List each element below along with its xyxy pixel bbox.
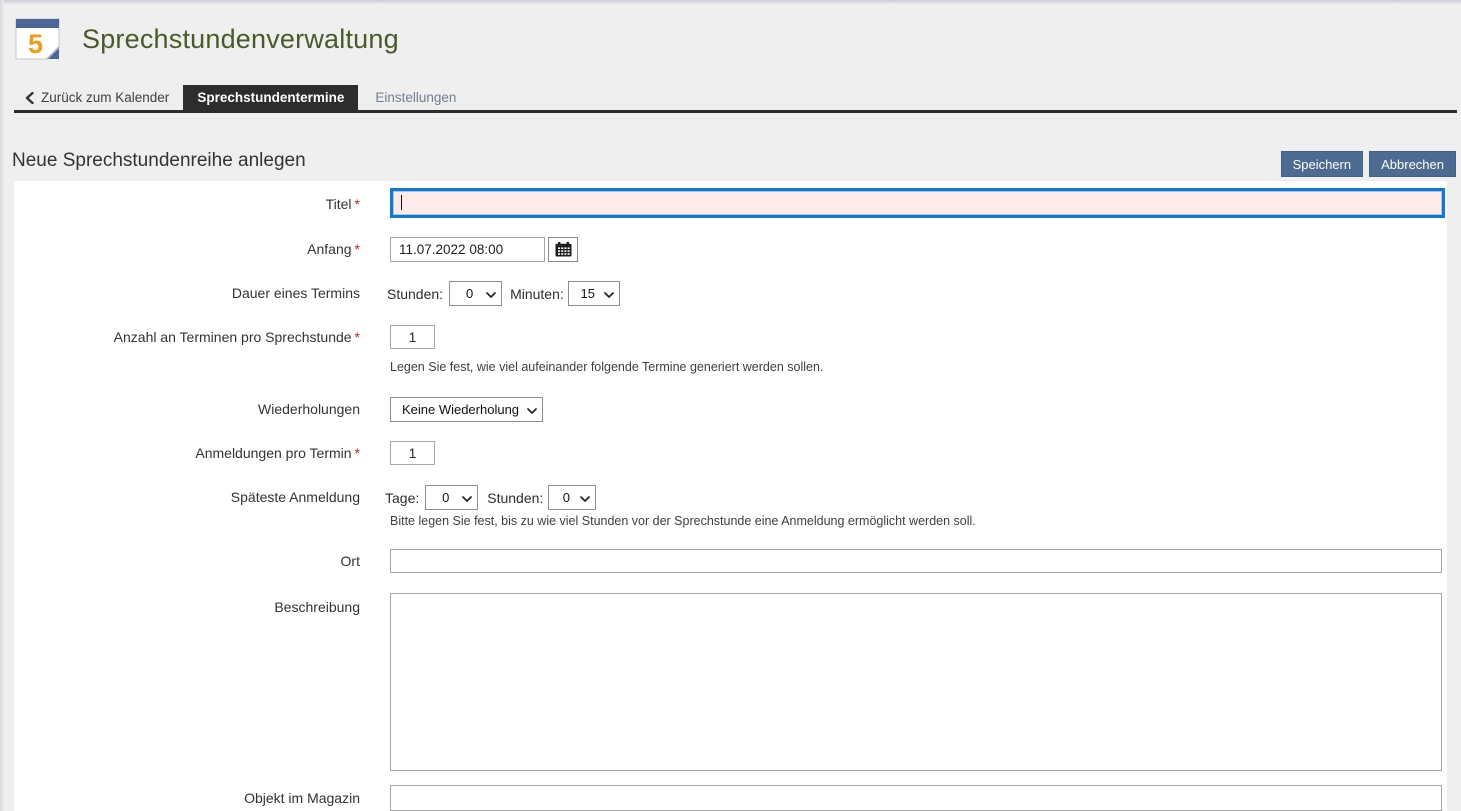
stunden-inline-label: Stunden: — [387, 286, 443, 302]
chevron-down-icon — [604, 292, 614, 298]
spaeteste-label: Späteste Anmeldung — [14, 485, 360, 510]
page-title: Sprechstundenverwaltung — [82, 24, 399, 55]
wiederholungen-select[interactable]: Keine Wiederholung — [390, 397, 543, 422]
text-caret — [401, 195, 402, 210]
ort-label: Ort — [14, 549, 360, 573]
chevron-down-icon — [486, 292, 496, 298]
dauer-minuten-select[interactable]: 15 — [568, 281, 620, 306]
calendar-page-icon: 5 — [15, 18, 60, 61]
chevron-left-icon — [25, 92, 34, 104]
anzahl-help-text: Legen Sie fest, wie viel aufeinander fol… — [390, 360, 823, 374]
window-left-edge — [0, 0, 4, 811]
back-to-calendar-link[interactable]: Zurück zum Kalender — [14, 85, 183, 110]
calendar-picker-button[interactable] — [548, 237, 578, 262]
dauer-stunden-select[interactable]: 0 — [449, 281, 502, 306]
anfang-date-input[interactable] — [390, 237, 545, 262]
row-wiederholungen: Wiederholungen Keine Wiederholung — [14, 397, 167, 422]
wiederholungen-label: Wiederholungen — [14, 397, 360, 422]
dauer-controls: Stunden: 0 Minuten: 15 — [387, 281, 620, 306]
calendar-icon — [555, 242, 572, 257]
required-marker: * — [355, 445, 360, 461]
stunden-inline-label: Stunden: — [487, 490, 543, 506]
cancel-button[interactable]: Abbrechen — [1369, 151, 1456, 177]
app-header: 5 Sprechstundenverwaltung — [15, 18, 399, 61]
anzahl-label: Anzahl an Terminen pro Sprechstunde* — [14, 325, 360, 349]
form-heading: Neue Sprechstundenreihe anlegen — [12, 150, 306, 172]
required-marker: * — [355, 241, 360, 257]
titel-label: Titel* — [14, 190, 360, 218]
tab-sprechstundentermine[interactable]: Sprechstundentermine — [183, 85, 358, 110]
anmeldungen-label: Anmeldungen pro Termin* — [14, 441, 360, 465]
anfang-label: Anfang* — [14, 237, 360, 262]
objekt-input[interactable] — [390, 785, 1442, 811]
required-marker: * — [355, 196, 360, 212]
dauer-label: Dauer eines Termins — [14, 281, 360, 306]
chevron-down-icon — [527, 408, 537, 414]
spaeteste-controls: Tage: 0 Stunden: 0 — [385, 485, 596, 510]
required-marker: * — [355, 329, 360, 345]
spaeteste-stunden-select[interactable]: 0 — [548, 485, 596, 510]
chevron-down-icon — [462, 496, 472, 502]
window-top-edge — [0, 0, 1461, 4]
tab-bar: Zurück zum Kalender Sprechstundentermine… — [14, 85, 1457, 113]
action-buttons: Speichern Abbrechen — [1281, 151, 1456, 177]
save-button[interactable]: Speichern — [1281, 151, 1364, 177]
ort-input[interactable] — [390, 549, 1442, 573]
form-panel: Titel* Anfang* Dauer ein — [14, 181, 1447, 811]
objekt-label: Objekt im Magazin — [14, 785, 360, 811]
minuten-inline-label: Minuten: — [510, 286, 564, 302]
spaeteste-tage-select[interactable]: 0 — [425, 485, 478, 510]
titel-input[interactable] — [390, 188, 1445, 218]
spaeteste-help-text: Bitte legen Sie fest, bis zu wie viel St… — [390, 514, 976, 528]
sprechstunden-app: { "header": { "app_title": "Sprechstunde… — [0, 0, 1461, 811]
beschreibung-textarea[interactable] — [390, 593, 1442, 771]
back-link-label: Zurück zum Kalender — [41, 90, 169, 105]
beschreibung-label: Beschreibung — [14, 599, 360, 615]
chevron-down-icon — [580, 496, 590, 502]
anmeldungen-input[interactable] — [390, 441, 435, 465]
tage-inline-label: Tage: — [385, 490, 419, 506]
svg-text:5: 5 — [28, 29, 43, 59]
tab-einstellungen[interactable]: Einstellungen — [358, 85, 473, 110]
anzahl-input[interactable] — [390, 325, 435, 349]
